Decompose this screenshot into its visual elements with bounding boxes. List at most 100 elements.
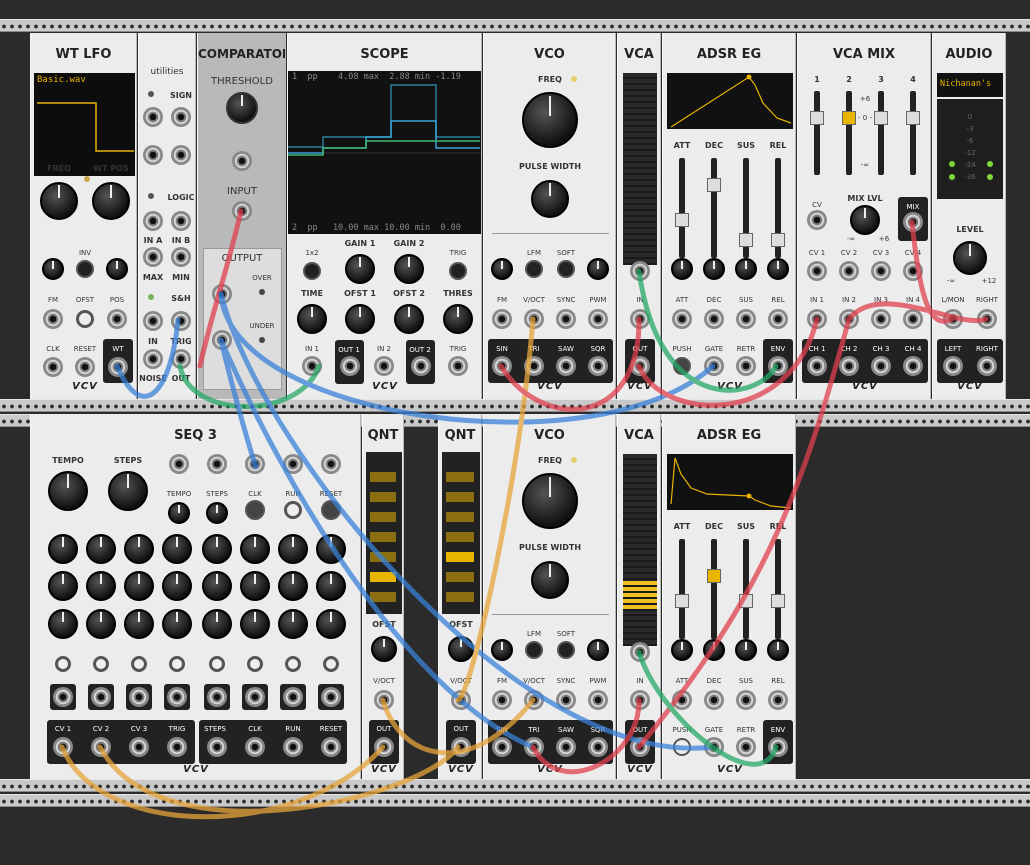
dec-cv-jack[interactable] [704,309,724,329]
pw-knob[interactable] [531,561,569,599]
dec-slider[interactable] [707,539,721,639]
env-jack[interactable] [768,356,788,376]
step-button[interactable] [88,684,114,710]
in3-jack[interactable] [871,309,891,329]
freq-knob[interactable] [522,92,578,148]
cv-jack[interactable] [630,261,650,281]
sign-in2-jack[interactable] [143,145,163,165]
in-jack[interactable] [630,309,650,329]
out-jack[interactable] [630,737,650,757]
ofst2-knob[interactable] [394,304,424,334]
right-out-jack[interactable] [977,356,997,376]
noise-jack[interactable] [143,349,163,369]
cv3-out-jack[interactable] [129,737,149,757]
trig-button[interactable] [449,262,467,280]
ch3-level-slider[interactable] [874,91,888,175]
push-button[interactable] [673,738,691,756]
step-knob[interactable] [86,609,116,639]
pwm-jack[interactable] [588,309,608,329]
step-gate-toggle[interactable] [55,656,71,672]
steps-cv-jack[interactable] [207,454,227,474]
reset-input-jack[interactable] [75,357,95,377]
lfm-button[interactable] [525,641,543,659]
reset-in-jack[interactable] [321,454,341,474]
ch3-out-jack[interactable] [871,356,891,376]
cv1-jack[interactable] [807,261,827,281]
clk-out-jack[interactable] [245,737,265,757]
pos-atten-knob[interactable] [106,258,128,280]
step-button[interactable] [280,684,306,710]
in-a-jack[interactable] [143,211,163,231]
step-button[interactable] [126,684,152,710]
dec-atten-knob[interactable] [703,639,725,661]
run-button[interactable] [284,501,302,519]
cv4-jack[interactable] [903,261,923,281]
in-jack[interactable] [630,690,650,710]
step-knob[interactable] [48,534,78,564]
step-gate-toggle[interactable] [131,656,147,672]
step-knob[interactable] [316,534,346,564]
tri-jack[interactable] [524,737,544,757]
rel-atten-knob[interactable] [767,639,789,661]
soft-button[interactable] [557,260,575,278]
sync-jack[interactable] [556,309,576,329]
mix-cv-jack[interactable] [807,210,827,230]
sign-out2-jack[interactable] [171,145,191,165]
steps-out-jack[interactable] [207,737,227,757]
cv2-out-jack[interactable] [91,737,111,757]
fm-input-jack[interactable] [43,309,63,329]
ofst-knob[interactable] [448,636,474,662]
ch4-out-jack[interactable] [903,356,923,376]
out-jack[interactable] [374,737,394,757]
retr-jack[interactable] [736,356,756,376]
clk-input-jack[interactable] [43,357,63,377]
out2-jack[interactable] [411,356,431,376]
pwm-atten-knob[interactable] [587,639,609,661]
push-button[interactable] [673,357,691,375]
ch2-level-slider[interactable] [842,91,856,175]
step-gate-jack[interactable] [283,687,303,707]
env-jack[interactable] [768,737,788,757]
sus-atten-knob[interactable] [735,258,757,280]
sus-cv-jack[interactable] [736,690,756,710]
retr-jack[interactable] [736,737,756,757]
ch4-level-slider[interactable] [906,91,920,175]
att-cv-jack[interactable] [672,690,692,710]
tempo-atten-knob[interactable] [168,502,190,524]
pwm-jack[interactable] [588,690,608,710]
sh-in-jack[interactable] [143,311,163,331]
step-gate-jack[interactable] [245,687,265,707]
in4-jack[interactable] [903,309,923,329]
step-knob[interactable] [124,609,154,639]
dec-atten-knob[interactable] [703,258,725,280]
threshold-cv-jack[interactable] [232,151,252,171]
sin-jack[interactable] [492,737,512,757]
step-knob[interactable] [48,609,78,639]
ofst-knob[interactable] [371,636,397,662]
sign-in-jack[interactable] [143,107,163,127]
step-knob[interactable] [124,534,154,564]
saw-jack[interactable] [556,737,576,757]
step-gate-jack[interactable] [207,687,227,707]
step-knob[interactable] [86,571,116,601]
rel-cv-jack[interactable] [768,309,788,329]
att-cv-jack[interactable] [672,309,692,329]
step-gate-toggle[interactable] [209,656,225,672]
rel-slider[interactable] [771,539,785,639]
step-knob[interactable] [202,609,232,639]
step-button[interactable] [204,684,230,710]
sus-atten-knob[interactable] [735,639,757,661]
clk-button[interactable] [245,500,265,520]
step-gate-jack[interactable] [129,687,149,707]
under-jack[interactable] [212,330,232,350]
out-jack[interactable] [630,356,650,376]
right-in-jack[interactable] [977,309,997,329]
att-slider[interactable] [675,158,689,258]
steps-knob[interactable] [108,471,148,511]
att-atten-knob[interactable] [671,258,693,280]
lfm-button[interactable] [525,260,543,278]
sus-slider[interactable] [739,158,753,258]
ch2-out-jack[interactable] [839,356,859,376]
mix-level-knob[interactable] [850,205,880,235]
att-atten-knob[interactable] [671,639,693,661]
